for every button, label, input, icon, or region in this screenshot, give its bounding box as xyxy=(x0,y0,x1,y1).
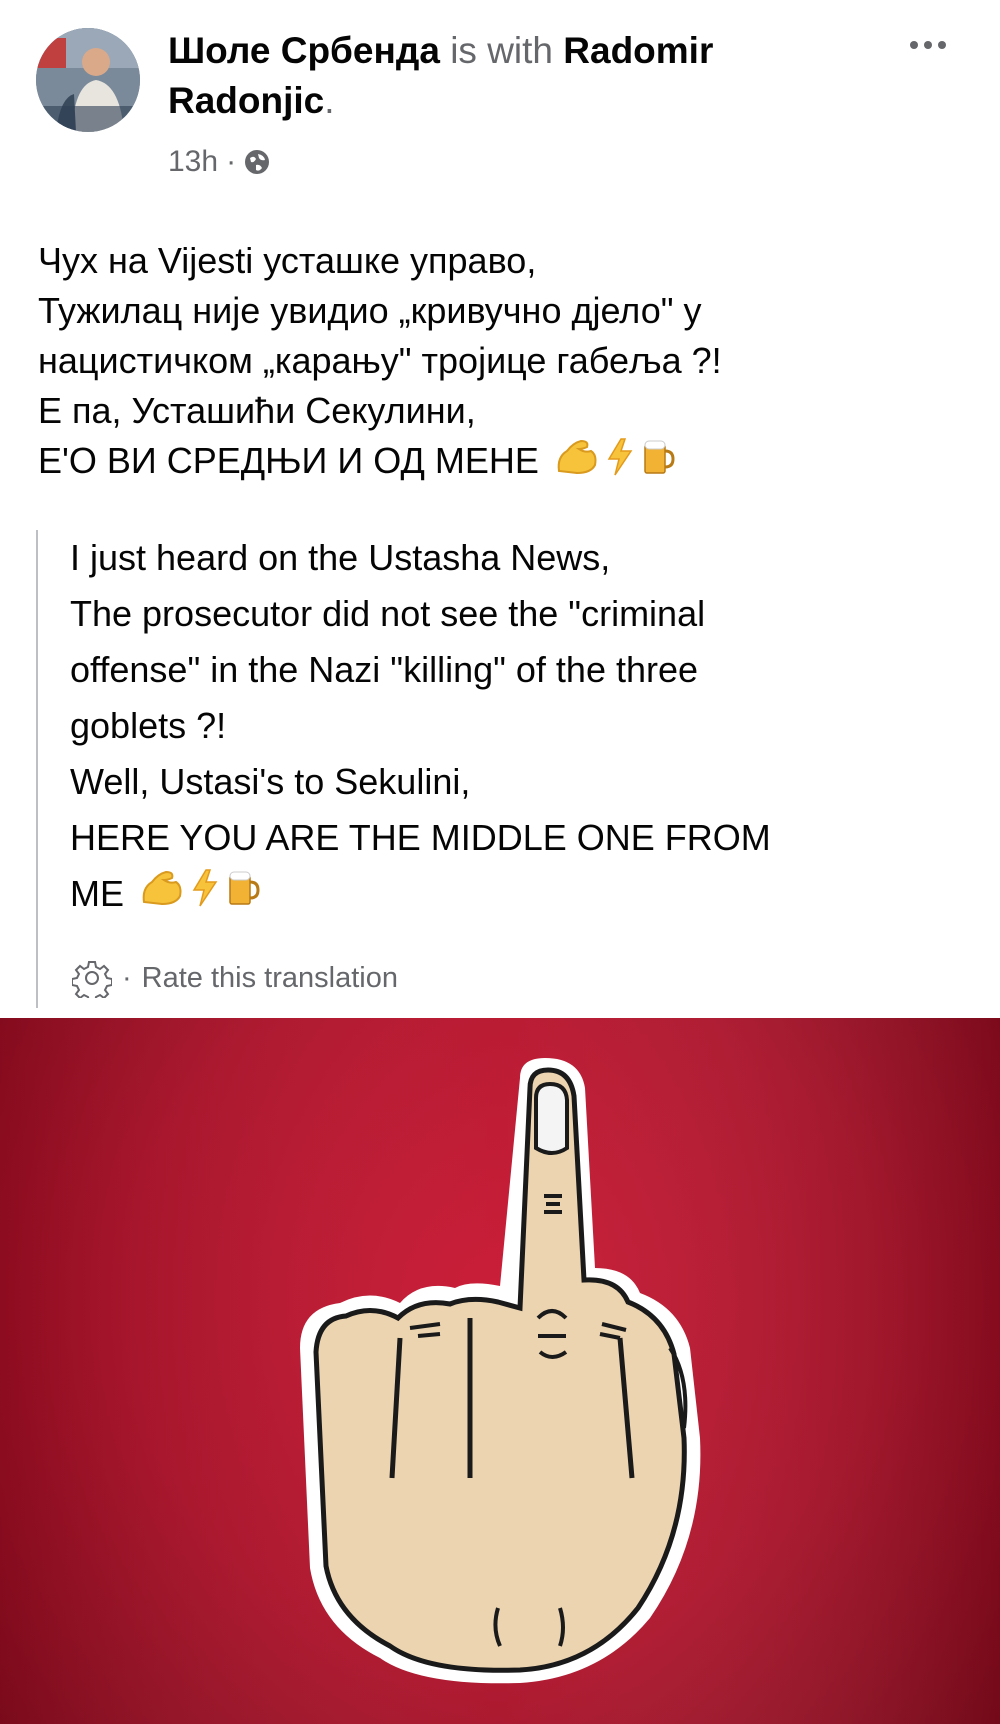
translation-line: HERE YOU ARE THE MIDDLE ONE FROM xyxy=(70,817,771,858)
text-line: Чух на Vijesti усташке управо, xyxy=(38,240,537,281)
translation-line: Well, Ustasi's to Sekulini, xyxy=(70,761,471,802)
text-line: нацистичком „карању" тројице габеља ?! xyxy=(38,340,722,381)
text-line: Е па, Усташићи Секулини, xyxy=(38,390,476,431)
avatar[interactable] xyxy=(36,28,140,132)
author-name[interactable]: Шоле Србенда xyxy=(168,30,440,71)
text-line: Е'О ВИ СРЕДЊИ И ОД МЕНЕ xyxy=(38,440,539,481)
post-author-line: Шоле Србенда is with Radomir Radonjic. xyxy=(168,30,714,121)
text-line: Тужилац није увидио „кривучно дјело" у xyxy=(38,290,702,331)
flexed-biceps-icon xyxy=(555,437,599,490)
beer-mug-icon xyxy=(226,868,260,924)
beer-mug-icon xyxy=(641,437,675,490)
translation-line: ME xyxy=(70,873,124,914)
more-dots-icon[interactable] xyxy=(898,30,958,60)
with-text: is with xyxy=(450,30,553,71)
post-text-original: Чух на Vijesti усташке управо, Тужилац н… xyxy=(38,236,978,490)
lightning-icon xyxy=(190,868,220,924)
translation-line: goblets ?! xyxy=(70,705,227,746)
globe-icon xyxy=(245,150,270,174)
translation-line: offense" in the Nazi "killing" of the th… xyxy=(70,649,699,690)
post-timestamp[interactable]: 13h xyxy=(168,145,218,179)
middle-finger-hand-icon xyxy=(0,1018,1000,1724)
post-meta: 13h · xyxy=(168,142,270,182)
translation-line: The prosecutor did not see the "criminal xyxy=(70,593,706,634)
rate-translation: · Rate this translation xyxy=(72,958,398,998)
gear-icon[interactable] xyxy=(72,958,112,998)
post-photo[interactable] xyxy=(0,1018,1000,1724)
translation-line: I just heard on the Ustasha News, xyxy=(70,537,611,578)
facebook-post: Шоле Србенда is with Radomir Radonjic. 1… xyxy=(0,0,1000,1724)
rate-translation-link[interactable]: Rate this translation xyxy=(142,962,398,995)
avatar-photo xyxy=(36,28,140,132)
flexed-biceps-icon xyxy=(140,868,184,924)
translation-block: I just heard on the Ustasha News, The pr… xyxy=(36,530,958,1008)
lightning-icon xyxy=(605,437,635,490)
